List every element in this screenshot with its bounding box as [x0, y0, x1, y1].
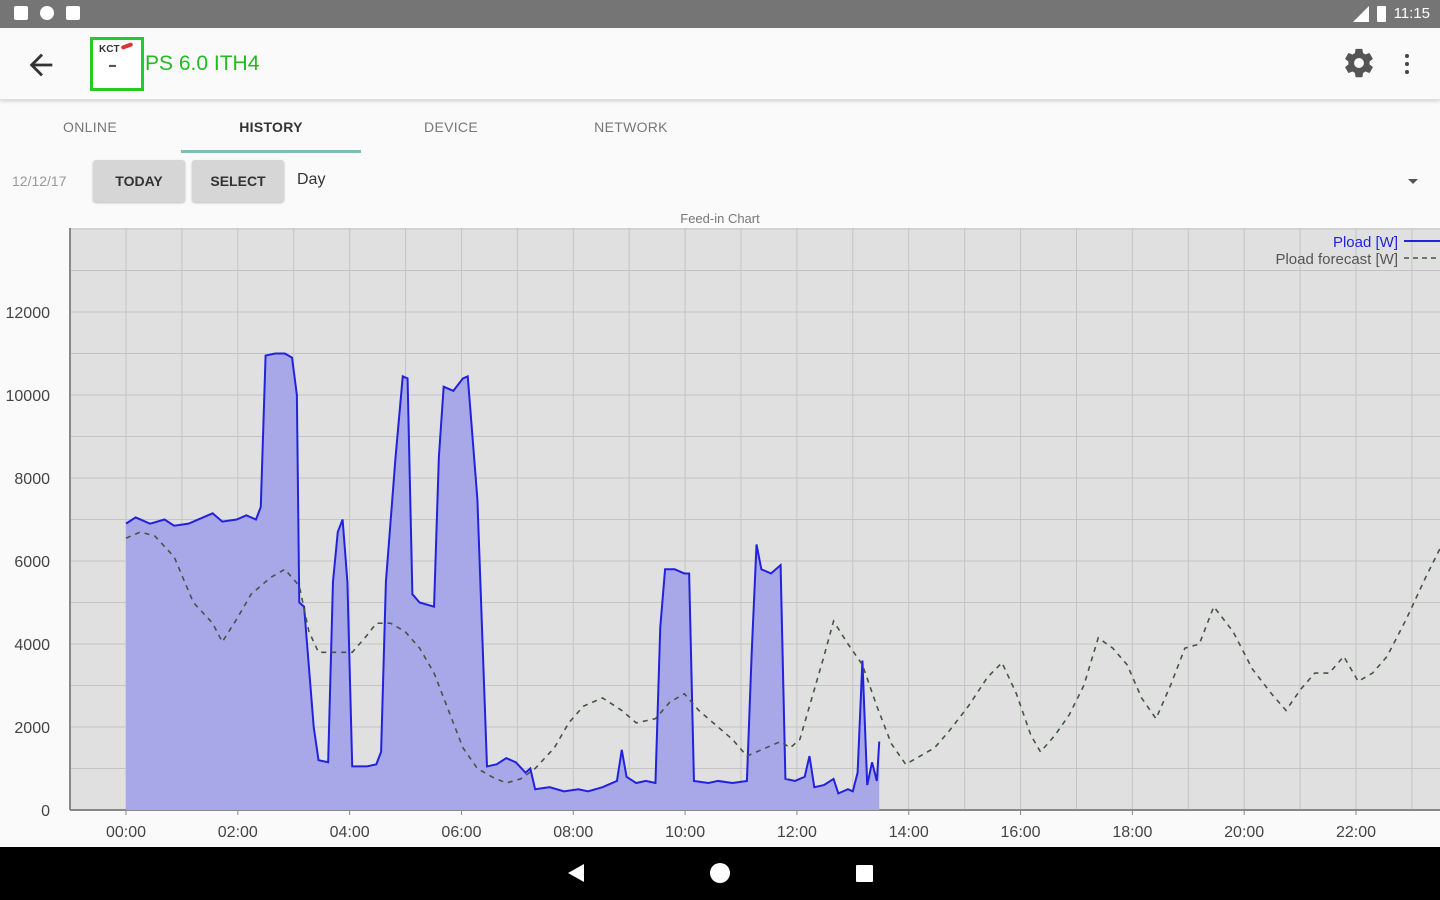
sync-icon [40, 6, 54, 20]
y-tick-label: 6000 [14, 554, 50, 571]
x-tick-label: 22:00 [1336, 824, 1376, 841]
x-tick-label: 02:00 [218, 824, 258, 841]
more-dot [1405, 62, 1409, 66]
app-bar: KCT ▬ PS 6.0 ITH4 [0, 28, 1440, 100]
sd-card-icon [66, 6, 80, 20]
status-right: 11:15 [1352, 5, 1430, 22]
logo-text: KCT [99, 44, 120, 55]
y-tick-label: 0 [41, 803, 50, 820]
notification-icon [14, 6, 28, 20]
x-tick-label: 14:00 [889, 824, 929, 841]
nav-back-icon[interactable] [568, 864, 584, 882]
x-tick-label: 20:00 [1224, 824, 1264, 841]
nav-home-icon[interactable] [710, 863, 730, 883]
x-tick-label: 06:00 [441, 824, 481, 841]
tab-bar: ONLINE HISTORY DEVICE NETWORK [0, 101, 1440, 155]
x-tick-label: 08:00 [553, 824, 593, 841]
y-tick-label: 4000 [14, 637, 50, 654]
y-tick-label: 12000 [6, 305, 51, 322]
select-button[interactable]: SELECT [192, 160, 284, 202]
y-tick-label: 2000 [14, 720, 50, 737]
system-nav-bar [0, 847, 1440, 900]
period-select[interactable]: Day [297, 171, 325, 189]
feed-in-chart[interactable]: 0 2000 4000 6000 8000 10000 12000 00:00 02:00 04:… [0, 228, 1440, 847]
back-arrow-svg [29, 53, 53, 77]
x-tick-label: 04:00 [330, 824, 370, 841]
history-toolbar: 12/12/17 TODAY SELECT Day [0, 155, 1440, 210]
x-tick-label: 18:00 [1112, 824, 1152, 841]
tab-online[interactable]: ONLINE [0, 101, 180, 155]
gear-icon[interactable] [1342, 46, 1376, 80]
more-dot [1405, 54, 1409, 58]
y-tick-label: 10000 [6, 388, 51, 405]
more-vert-icon[interactable] [1398, 48, 1416, 80]
tab-network[interactable]: NETWORK [541, 101, 721, 155]
gear-svg [1345, 48, 1373, 78]
status-bar: 11:15 [0, 0, 1440, 28]
x-tick-label: 10:00 [665, 824, 705, 841]
chart-title: Feed-in Chart [680, 211, 760, 226]
legend-pload-label: Pload [W] [1333, 234, 1398, 251]
nav-recents-icon[interactable] [856, 865, 873, 882]
tab-history[interactable]: HISTORY [181, 101, 361, 155]
legend-forecast-label: Pload forecast [W] [1275, 251, 1398, 268]
chevron-down-icon[interactable] [1408, 179, 1418, 184]
x-tick-label: 16:00 [1001, 824, 1041, 841]
today-button[interactable]: TODAY [93, 160, 185, 202]
date-label: 12/12/17 [12, 173, 67, 189]
tab-device[interactable]: DEVICE [361, 101, 541, 155]
back-arrow-icon[interactable] [24, 48, 58, 82]
battery-icon [1376, 5, 1386, 22]
status-left-icons [14, 6, 80, 20]
x-tick-label: 00:00 [106, 824, 146, 841]
app-title: PS 6.0 ITH4 [145, 52, 260, 75]
signal-icon [1352, 5, 1369, 22]
tab-indicator [181, 150, 361, 153]
y-tick-label: 8000 [14, 471, 50, 488]
app-logo: KCT ▬ [90, 37, 144, 91]
chart-svg[interactable]: 0 2000 4000 6000 8000 10000 12000 00:00 02:00 04:… [0, 228, 1440, 847]
more-dot [1405, 70, 1409, 74]
logo-mark: ▬ [109, 62, 116, 69]
x-tick-label: 12:00 [777, 824, 817, 841]
logo-swoosh [120, 42, 134, 50]
status-time: 11:15 [1393, 5, 1430, 22]
